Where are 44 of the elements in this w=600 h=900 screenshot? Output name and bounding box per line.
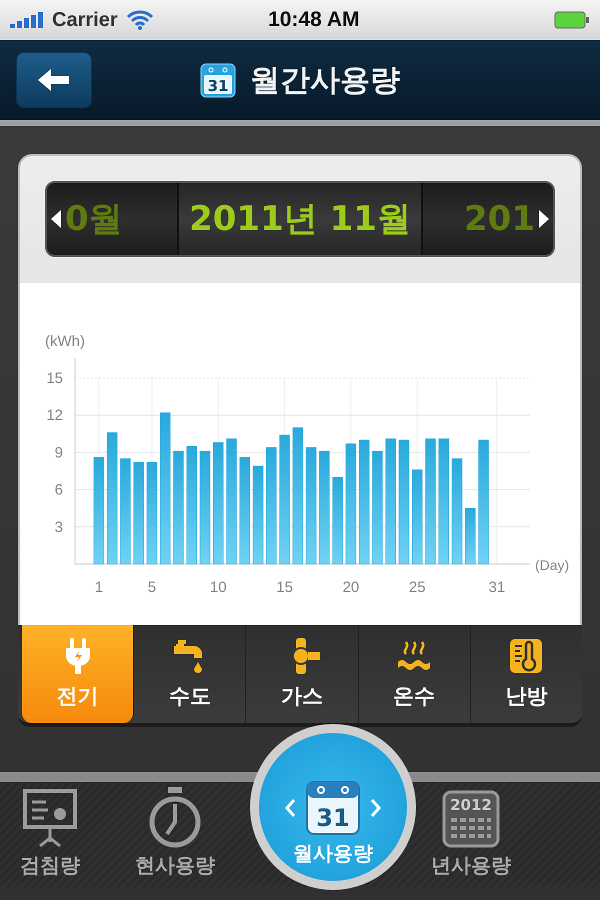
utility-tab[interactable]: 수도 [134,625,246,723]
utility-tab[interactable]: 난방 [470,625,582,723]
back-button[interactable] [16,52,92,108]
page-title: 월간사용량 [250,62,400,100]
x-tick-label: 5 [148,579,156,596]
calendar-icon: 31 [200,62,236,98]
bottom-tab[interactable]: 검침량 [0,782,100,887]
x-tick-label: 15 [276,579,293,596]
y-axis-label: (kWh) [45,333,85,350]
left-arrow-icon [51,210,61,228]
battery-icon [554,11,590,29]
chart-bar [465,508,476,564]
calendar-icon: 2012 [442,790,500,848]
y-tick-label: 12 [46,407,63,424]
presentation-board-icon [22,788,78,848]
x-tick-label: 31 [488,579,506,596]
bottom-tab[interactable]: 31 월사용량 [250,724,416,890]
y-tick-label: 3 [54,518,63,536]
x-tick-label: 20 [342,579,360,596]
bottom-tab[interactable]: 현사용량 [100,782,250,887]
x-tick-label: 10 [210,579,227,596]
clock-time: 10:48 AM [267,8,361,32]
thermometer-icon [508,638,544,674]
x-axis-label: (Day) [535,557,570,573]
calendar-icon: 31 [305,780,361,836]
x-tick-label: 1 [94,579,104,596]
current-month-label: 2011년 11월 [189,198,411,241]
chevron-right-icon [371,799,381,817]
carrier-name: Carrier [52,8,118,32]
signal-icon [10,11,46,29]
back-arrow-icon [38,68,70,92]
x-tick-label: 25 [408,579,426,596]
y-tick-label: 15 [46,370,63,387]
chevron-left-icon [285,799,295,817]
next-month-label: 201 [464,199,535,239]
stopwatch-icon [148,786,202,848]
y-tick-label: 9 [54,444,63,462]
utility-tab[interactable]: 가스 [246,625,359,723]
utility-tab[interactable]: 온수 [358,625,471,723]
bottom-tab[interactable]: 2012 년사용량 [416,782,526,887]
previous-month-label: 0월 [65,198,123,241]
right-arrow-icon [539,210,549,228]
y-tick-label: 6 [54,482,63,499]
wifi-icon [126,10,154,30]
